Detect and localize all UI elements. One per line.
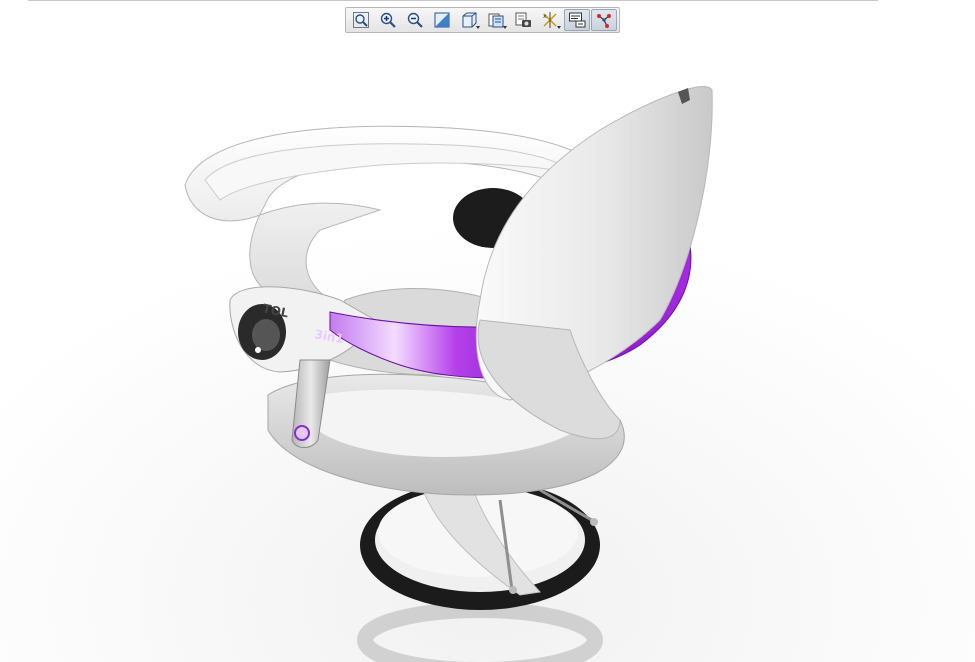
refit-button[interactable] [348,9,374,31]
view-manager-icon [515,12,531,27]
svg-text:x: x [543,13,547,20]
view-manager-button[interactable] [510,9,536,31]
dropdown-arrow-icon [557,26,561,29]
zoom-in-icon [380,12,396,28]
datum-display-icon [597,14,611,28]
dropdown-arrow-icon [503,26,507,29]
refit-icon [353,12,369,28]
model-render: TOL 3in1 [0,36,975,662]
graphics-window[interactable]: TOL 3in1 [0,36,975,662]
perspective-button[interactable]: x [537,9,563,31]
datum-display-toggle[interactable] [591,9,617,31]
zoom-in-button[interactable] [375,9,401,31]
zoom-out-button[interactable] [402,9,428,31]
display-style-button[interactable] [483,9,509,31]
repaint-icon [434,12,450,28]
annotation-display-toggle[interactable] [564,9,590,31]
dropdown-arrow-icon [476,26,480,29]
graphics-toolbar: x [345,7,620,33]
saved-orientations-button[interactable] [456,9,482,31]
zoom-out-icon [407,12,423,28]
repaint-button[interactable] [429,9,455,31]
annotation-display-icon [569,12,586,28]
window-top-border [28,0,878,1]
